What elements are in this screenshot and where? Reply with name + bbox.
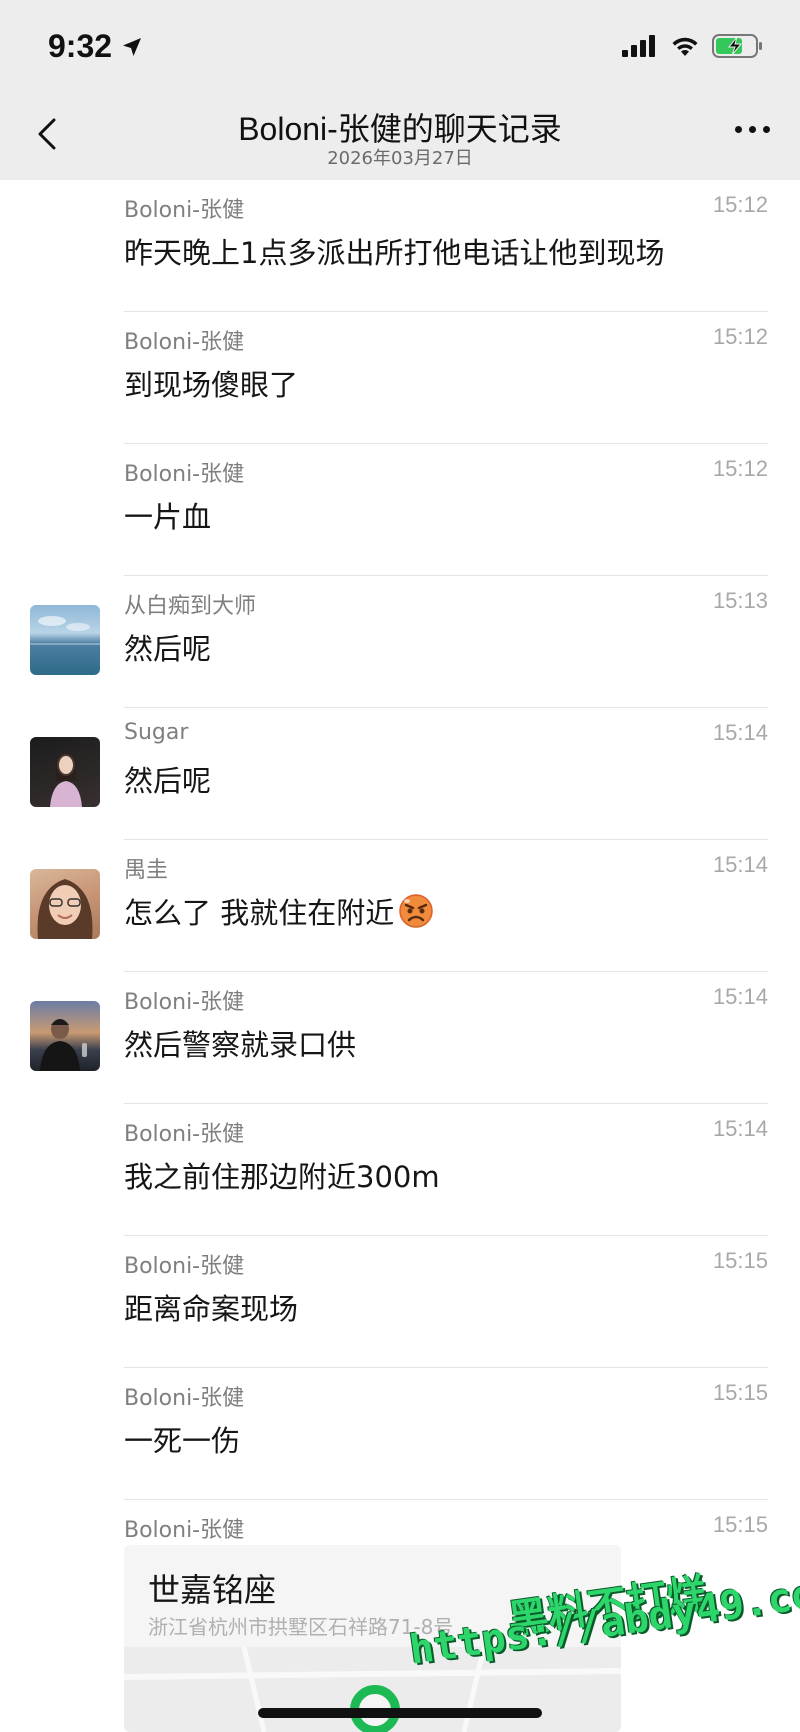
message-sender: Boloni-张健 <box>124 330 245 355</box>
message-row[interactable]: Sugar 15:14 然后呢 <box>0 708 800 840</box>
message-text-content: 怎么了 我就住在附近 <box>124 896 395 930</box>
status-icons <box>622 34 764 58</box>
message-row[interactable]: Boloni-张健 15:15 一死一伤 <box>0 1368 800 1500</box>
portrait-image <box>37 879 93 939</box>
wifi-icon <box>672 37 698 56</box>
message-text: 一死一伤 <box>124 1418 240 1460</box>
message-row[interactable]: 禺圭 15:14 怎么了 我就住在附近 <box>0 840 800 972</box>
message-text-content: 然后呢 <box>124 764 212 798</box>
battery-charging-icon <box>712 34 762 58</box>
message-time: 15:12 <box>712 456 768 481</box>
message-sender: Boloni-张健 <box>124 198 245 223</box>
message-time: 15:15 <box>712 1248 768 1273</box>
message-text-content: 然后警察就录口供 <box>124 1028 357 1062</box>
message-sender: 禺圭 <box>124 858 169 883</box>
message-row[interactable]: Boloni-张健 15:12 一片血 <box>0 444 800 576</box>
avatar[interactable] <box>30 1001 100 1071</box>
message-text-content: 我之前住那边附近300m <box>124 1160 440 1194</box>
status-bar: 9:32 <box>0 0 800 88</box>
message-time: 15:14 <box>712 720 768 745</box>
location-arrow-icon <box>123 37 142 56</box>
location-title: 世嘉铭座 <box>148 1571 277 1609</box>
more-options-icon[interactable] <box>735 126 770 133</box>
message-sender: 从白痴到大师 <box>124 594 257 619</box>
portrait-image <box>40 1019 87 1071</box>
nav-bar: Boloni-张健的聊天记录 2026年03月27日 <box>0 88 800 180</box>
portrait-image <box>50 753 82 807</box>
message-text: 我之前住那边附近300m <box>124 1154 440 1196</box>
message-time: 15:15 <box>712 1512 768 1537</box>
angry-face-emoji-icon <box>399 894 433 928</box>
message-text: 然后呢 <box>124 758 211 800</box>
message-text: 然后警察就录口供 <box>124 1022 356 1064</box>
message-time: 15:14 <box>712 1116 768 1141</box>
message-time: 15:13 <box>712 588 768 613</box>
message-text: 距离命案现场 <box>124 1286 298 1328</box>
message-time: 15:15 <box>712 1380 768 1405</box>
message-row[interactable]: Boloni-张健 15:12 昨天晚上1点多派出所打他电话让他到现场 <box>0 180 800 312</box>
message-time: 15:14 <box>712 984 768 1009</box>
avatar[interactable] <box>30 605 100 675</box>
message-time: 15:12 <box>712 324 768 349</box>
message-text: 到现场傻眼了 <box>124 362 298 404</box>
sea-horizon-image <box>30 616 100 645</box>
avatar[interactable] <box>30 869 100 939</box>
home-indicator[interactable] <box>258 1708 542 1718</box>
message-text-content: 到现场傻眼了 <box>124 368 299 402</box>
message-text-content: 距离命案现场 <box>124 1292 299 1326</box>
page-subtitle-date: 2026年03月27日 <box>327 148 473 169</box>
status-time-text: 9:32 <box>48 28 113 64</box>
message-sender: Boloni-张健 <box>124 1254 245 1279</box>
message-sender: Boloni-张健 <box>124 1122 245 1147</box>
message-row[interactable]: Boloni-张健 15:14 我之前住那边附近300m <box>0 1104 800 1236</box>
message-text-content: 然后呢 <box>124 632 212 666</box>
status-time: 9:32 <box>48 28 144 65</box>
message-row[interactable]: Boloni-张健 15:15 距离命案现场 <box>0 1236 800 1368</box>
message-sender: Boloni-张健 <box>124 1518 245 1543</box>
message-sender: Boloni-张健 <box>124 990 245 1015</box>
message-sender: Sugar <box>124 720 189 745</box>
message-text-content: 昨天晚上1点多派出所打他电话让他到现场 <box>124 236 665 270</box>
avatar[interactable] <box>30 737 100 807</box>
message-text: 昨天晚上1点多派出所打他电话让他到现场 <box>124 230 664 272</box>
message-text: 怎么了 我就住在附近 <box>124 890 434 932</box>
message-time: 15:12 <box>712 192 768 217</box>
message-time: 15:14 <box>712 852 768 877</box>
message-row[interactable]: Boloni-张健 15:12 到现场傻眼了 <box>0 312 800 444</box>
message-sender: Boloni-张健 <box>124 462 245 487</box>
message-row[interactable]: Boloni-张健 15:14 然后警察就录口供 <box>0 972 800 1104</box>
message-sender: Boloni-张健 <box>124 1386 245 1411</box>
message-text-content: 一死一伤 <box>124 1424 241 1458</box>
message-text-content: 一片血 <box>124 500 212 534</box>
message-text: 一片血 <box>124 494 211 536</box>
message-row[interactable]: 从白痴到大师 15:13 然后呢 <box>0 576 800 708</box>
chat-history-list: Boloni-张健 15:12 昨天晚上1点多派出所打他电话让他到现场 Bolo… <box>0 180 800 1632</box>
watermark: 黑料不打烊 https://abdy49.com <box>400 1560 800 1732</box>
cellular-signal-icon <box>622 35 655 57</box>
message-text: 然后呢 <box>124 626 211 668</box>
